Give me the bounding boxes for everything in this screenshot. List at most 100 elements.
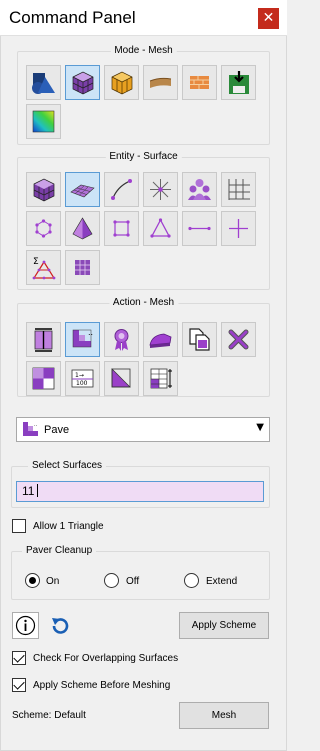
face-grid-entity-button[interactable] xyxy=(65,250,100,285)
svg-text:100: 100 xyxy=(76,380,88,387)
scheme-action-button[interactable]: .. xyxy=(65,322,100,357)
surface-id-input[interactable]: 11 xyxy=(16,481,264,502)
chevron-down-icon: ▼ xyxy=(256,422,264,433)
reset-icon[interactable] xyxy=(48,614,72,638)
cleanup-extend-radio[interactable] xyxy=(184,573,199,588)
check-overlap-label: Check For Overlapping Surfaces xyxy=(33,653,179,664)
group-entity-button[interactable] xyxy=(182,172,217,207)
apply-before-meshing-checkbox[interactable] xyxy=(12,678,26,692)
mesh-icon xyxy=(72,71,94,95)
smooth-iron-icon xyxy=(149,333,172,348)
select-surfaces-label: Select Surfaces xyxy=(28,460,107,471)
info-button[interactable] xyxy=(12,612,39,639)
close-button[interactable]: ✕ xyxy=(258,8,279,29)
allow-triangle-label: Allow 1 Triangle xyxy=(33,521,104,532)
mode-group-label: Mode - Mesh xyxy=(110,45,177,56)
interval-icon xyxy=(34,328,53,352)
quality-icon xyxy=(32,110,55,133)
sum-tri-icon: Σ xyxy=(32,257,56,280)
tet-icon xyxy=(72,217,93,240)
scheme-status: Scheme: Default xyxy=(12,710,86,721)
cleanup-extend-label: Extend xyxy=(206,576,238,587)
count-icon: 1→100 xyxy=(71,369,94,388)
count-action-button[interactable]: 1→ 100 xyxy=(65,361,100,396)
quad-icon xyxy=(113,220,130,237)
volume-entity-button[interactable] xyxy=(26,172,61,207)
export-icon xyxy=(229,71,249,94)
quality-ribbon-icon xyxy=(114,329,129,351)
face-grid-icon xyxy=(75,260,90,275)
scheme-dropdown[interactable]: .. Pave ▼ xyxy=(16,417,270,442)
svg-text:Σ: Σ xyxy=(33,257,39,267)
copy-mesh-action-button[interactable] xyxy=(182,322,217,357)
mesh-mode-button[interactable] xyxy=(65,65,100,100)
node-entity-button[interactable] xyxy=(26,211,61,246)
surface-entity-button[interactable] xyxy=(65,172,100,207)
boundary-condition-icon xyxy=(149,77,172,88)
delete-mesh-icon xyxy=(228,329,249,350)
pave-scheme-icon: .. xyxy=(23,422,38,436)
cleanup-off-radio[interactable] xyxy=(104,573,119,588)
svg-text:..: .. xyxy=(88,328,93,337)
export-mode-button[interactable] xyxy=(221,65,256,100)
hex-mesh-mode-button[interactable] xyxy=(104,65,139,100)
hex-mesh-icon xyxy=(111,71,133,95)
scheme-icon: .. xyxy=(72,328,93,348)
vertex-icon xyxy=(150,179,171,200)
material-block-mode-button[interactable] xyxy=(182,65,217,100)
mesh-button[interactable]: Mesh xyxy=(179,702,269,729)
interval-action-button[interactable] xyxy=(26,322,61,357)
info-icon xyxy=(15,615,36,636)
paver-cleanup-label: Paver Cleanup xyxy=(22,545,97,556)
geometry-icon xyxy=(32,73,55,94)
delete-mesh-action-button[interactable] xyxy=(221,322,256,357)
title-bar: Command Panel ✕ xyxy=(0,0,287,36)
smooth-action-button[interactable] xyxy=(143,322,178,357)
text-cursor xyxy=(37,484,39,497)
copy-mesh-icon xyxy=(189,328,210,351)
sweep-action-button[interactable] xyxy=(104,361,139,396)
apply-before-meshing-label: Apply Scheme Before Meshing xyxy=(33,680,171,691)
tri-icon xyxy=(150,218,171,238)
tri-entity-button[interactable] xyxy=(143,211,178,246)
vertex-entity-button[interactable] xyxy=(143,172,178,207)
edge-entity-button[interactable] xyxy=(182,211,217,246)
cleanup-on-radio[interactable] xyxy=(25,573,40,588)
apply-scheme-button[interactable]: Apply Scheme xyxy=(179,612,269,639)
volume-icon xyxy=(33,178,55,202)
quality-ribbon-action-button[interactable] xyxy=(104,322,139,357)
sum-tri-entity-button[interactable]: Σ xyxy=(26,250,61,285)
scheme-dropdown-value: Pave xyxy=(44,424,70,436)
cleanup-on-label: On xyxy=(46,576,60,587)
node-icon xyxy=(35,219,52,238)
geometry-mode-button[interactable] xyxy=(26,65,61,100)
point-icon xyxy=(229,219,248,238)
action-group-label: Action - Mesh xyxy=(108,297,179,308)
group-icon xyxy=(188,179,211,200)
refine-action-button[interactable] xyxy=(26,361,61,396)
sweep-icon xyxy=(111,368,131,388)
check-overlap-checkbox[interactable] xyxy=(12,651,26,665)
svg-text:1→: 1→ xyxy=(75,372,84,379)
boundary-condition-mode-button[interactable] xyxy=(143,65,178,100)
window-title: Command Panel xyxy=(9,8,136,27)
surface-icon xyxy=(70,184,95,198)
tet-entity-button[interactable] xyxy=(65,211,100,246)
entity-group-label: Entity - Surface xyxy=(105,151,182,162)
quality-mode-button[interactable] xyxy=(26,104,61,139)
sizing-icon xyxy=(150,368,172,389)
grid-icon xyxy=(228,179,250,200)
svg-text:..: .. xyxy=(34,422,38,428)
sizing-action-button[interactable] xyxy=(143,361,178,396)
curve-entity-button[interactable] xyxy=(104,172,139,207)
material-block-icon xyxy=(190,76,209,89)
grid-entity-button[interactable] xyxy=(221,172,256,207)
surface-id-value: 11 xyxy=(22,484,35,498)
quad-entity-button[interactable] xyxy=(104,211,139,246)
curve-icon xyxy=(111,179,132,200)
refine-icon xyxy=(32,367,55,390)
allow-triangle-checkbox[interactable] xyxy=(12,519,26,533)
cleanup-off-label: Off xyxy=(126,576,140,587)
point-entity-button[interactable] xyxy=(221,211,256,246)
edge-icon xyxy=(188,226,211,231)
